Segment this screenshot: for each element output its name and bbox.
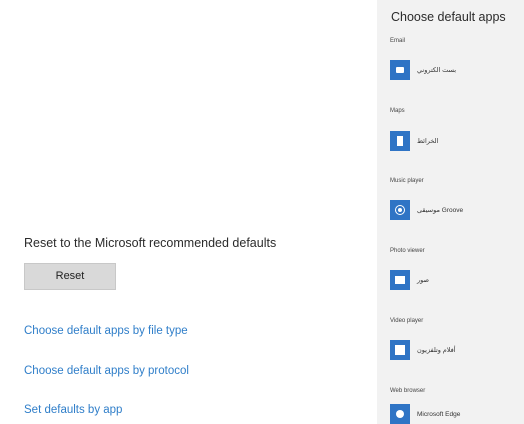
photo-icon <box>390 270 410 290</box>
default-app-web-browser-name: Microsoft Edge <box>417 410 461 418</box>
screenshot-canvas: Reset to the Microsoft recommended defau… <box>0 0 524 424</box>
default-app-video-player-name: أفلام وتلفزيون <box>417 347 456 354</box>
default-app-music-player-name: موسيقى Groove <box>417 207 464 214</box>
category-label-music-player: Music player <box>390 178 424 184</box>
choose-default-apps-heading: Choose default apps <box>391 10 506 24</box>
default-app-email[interactable]: بست الكتروني <box>390 60 456 80</box>
set-defaults-by-app-link[interactable]: Set defaults by app <box>24 404 122 416</box>
reset-defaults-heading: Reset to the Microsoft recommended defau… <box>24 236 277 250</box>
choose-by-file-type-link[interactable]: Choose default apps by file type <box>24 325 188 337</box>
default-app-photo-viewer-name: صور <box>417 277 430 284</box>
choose-by-protocol-link[interactable]: Choose default apps by protocol <box>24 365 189 377</box>
category-label-video-player: Video player <box>390 318 424 324</box>
default-app-music-player[interactable]: موسيقى Groove <box>390 200 463 220</box>
default-app-video-player[interactable]: أفلام وتلفزيون <box>390 340 456 360</box>
music-icon <box>390 200 410 220</box>
default-app-email-name: بست الكتروني <box>417 67 457 74</box>
category-label-maps: Maps <box>390 108 405 114</box>
default-app-maps[interactable]: الخرائط <box>390 131 438 151</box>
category-label-web-browser: Web browser <box>390 388 426 394</box>
video-icon <box>390 340 410 360</box>
reset-defaults-panel: Reset to the Microsoft recommended defau… <box>10 212 340 424</box>
default-app-photo-viewer[interactable]: صور <box>390 270 429 290</box>
mail-icon <box>390 60 410 80</box>
map-icon <box>390 131 410 151</box>
default-app-maps-name: الخرائط <box>417 138 439 145</box>
choose-default-apps-panel: Choose default apps Email بست الكتروني M… <box>377 0 524 424</box>
edge-icon <box>390 404 410 424</box>
category-label-photo-viewer: Photo viewer <box>390 248 425 254</box>
reset-button[interactable]: Reset <box>24 263 116 290</box>
default-app-web-browser[interactable]: Microsoft Edge <box>390 404 460 424</box>
category-label-email: Email <box>390 38 406 44</box>
